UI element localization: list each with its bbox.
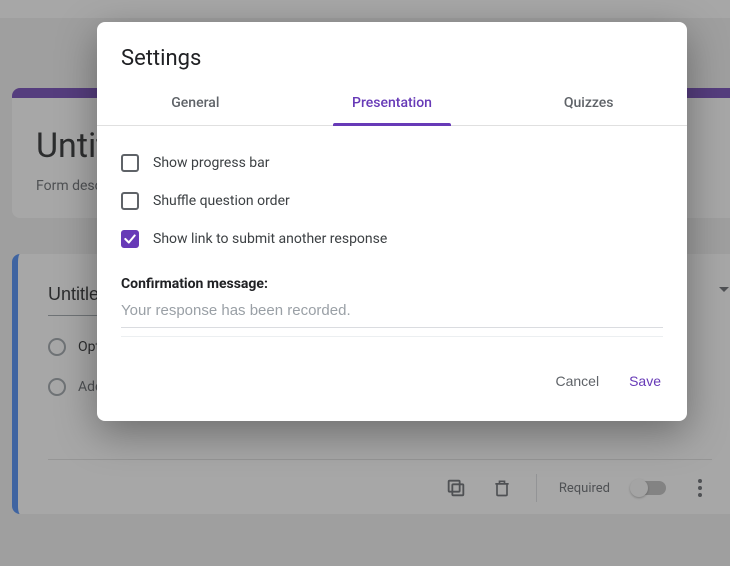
checkbox-label: Show progress bar xyxy=(153,155,270,171)
dialog-actions: Cancel Save xyxy=(97,341,687,413)
dialog-tabs: General Presentation Quizzes xyxy=(97,79,687,126)
checkbox-icon xyxy=(121,154,139,172)
checkbox-label: Show link to submit another response xyxy=(153,231,387,247)
checkbox-submit-again[interactable]: Show link to submit another response xyxy=(121,220,663,258)
tab-quizzes[interactable]: Quizzes xyxy=(490,79,687,125)
checkbox-icon-checked xyxy=(121,230,139,248)
checkbox-icon xyxy=(121,192,139,210)
checkbox-shuffle[interactable]: Shuffle question order xyxy=(121,182,663,220)
tab-presentation[interactable]: Presentation xyxy=(294,79,491,125)
dialog-title: Settings xyxy=(97,22,687,79)
checkbox-progress-bar[interactable]: Show progress bar xyxy=(121,144,663,182)
tab-general[interactable]: General xyxy=(97,79,294,125)
confirmation-input[interactable] xyxy=(121,292,663,328)
checkbox-label: Shuffle question order xyxy=(153,193,290,209)
settings-dialog: Settings General Presentation Quizzes Sh… xyxy=(97,22,687,421)
cancel-button[interactable]: Cancel xyxy=(551,367,603,395)
confirmation-label: Confirmation message: xyxy=(121,276,663,292)
save-button[interactable]: Save xyxy=(625,367,665,395)
